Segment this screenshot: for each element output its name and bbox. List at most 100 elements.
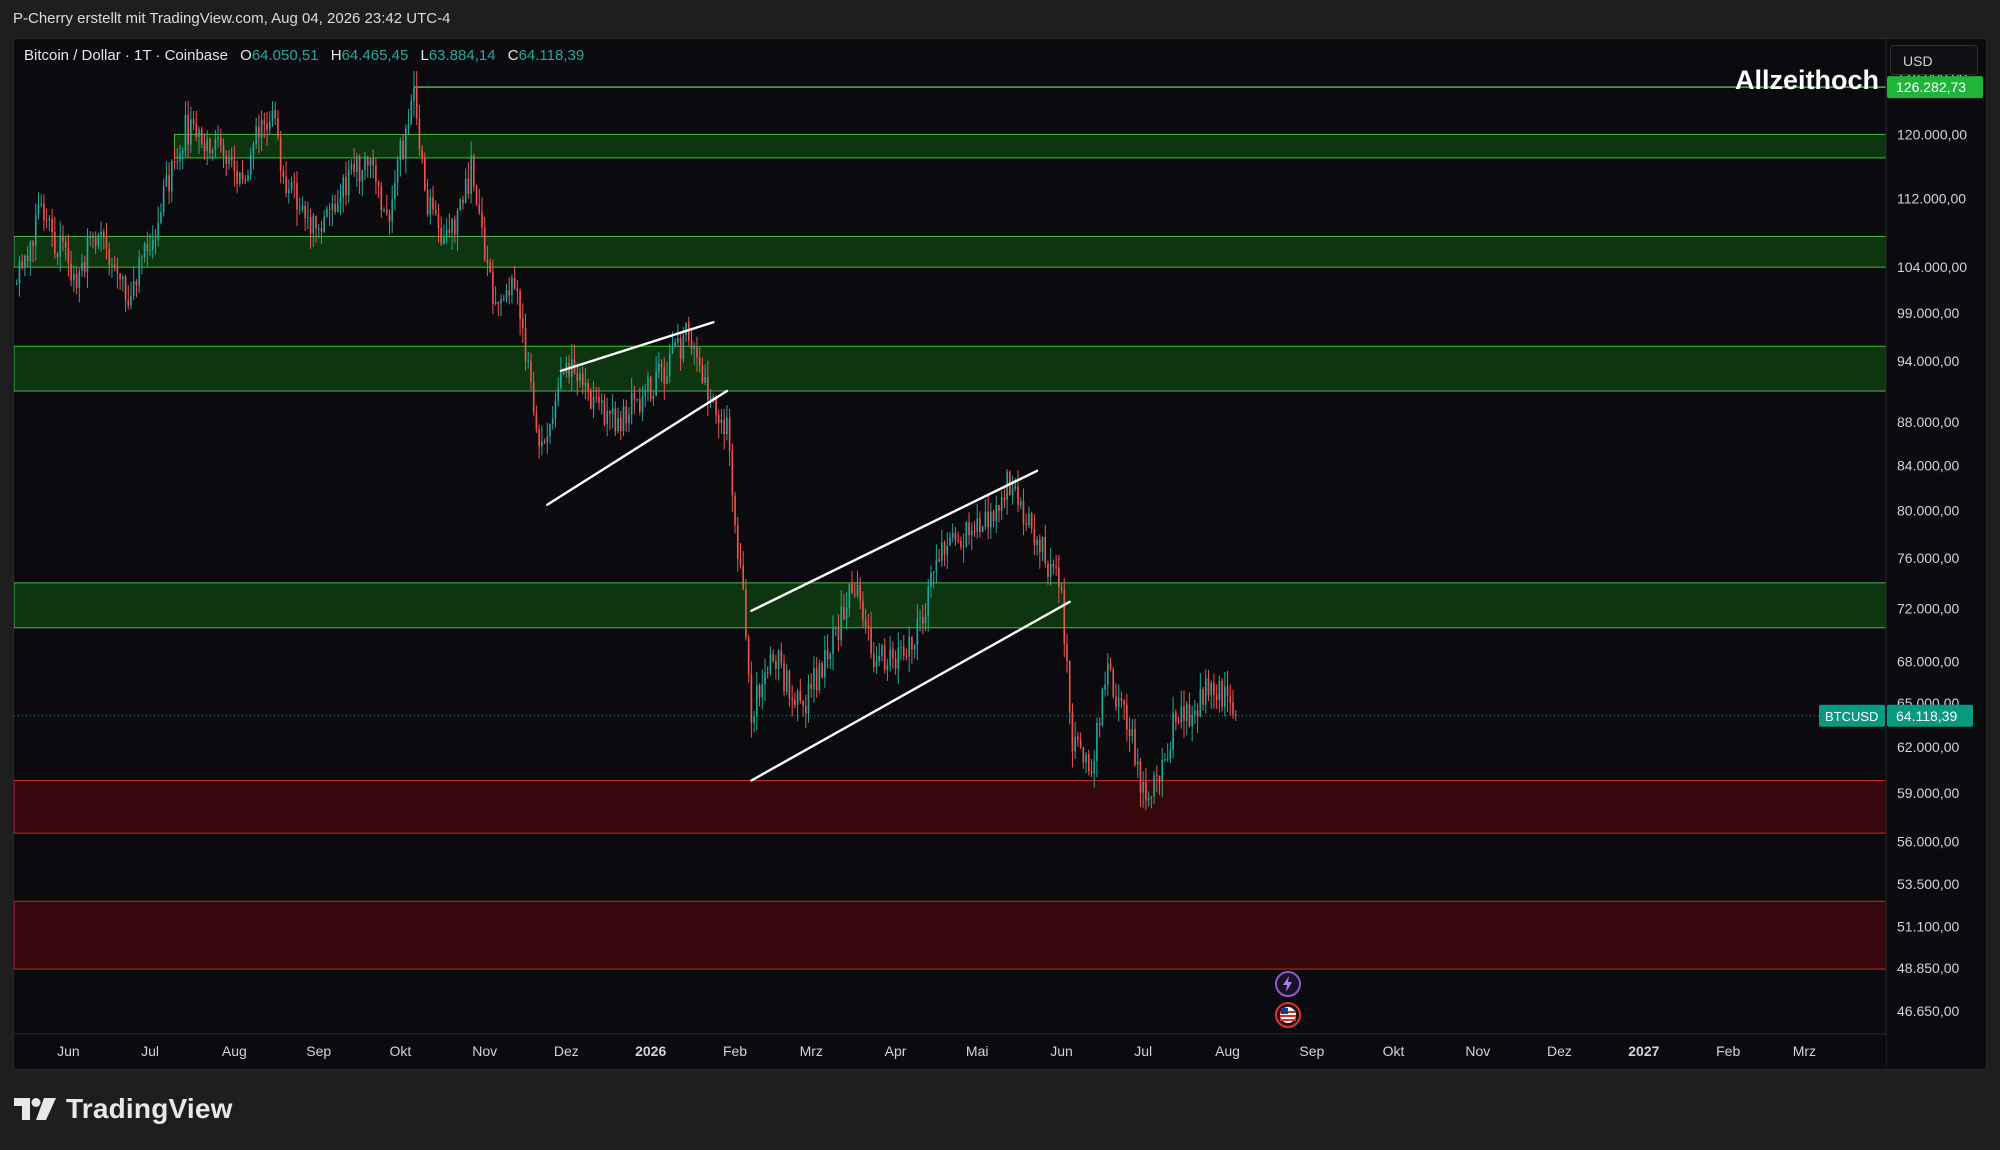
- candle-body[interactable]: [709, 396, 712, 400]
- candle-body[interactable]: [919, 617, 921, 619]
- candle-body[interactable]: [883, 645, 886, 670]
- candle-body[interactable]: [579, 373, 581, 381]
- candle-body[interactable]: [225, 155, 228, 164]
- candle-body[interactable]: [228, 157, 230, 164]
- candle-body[interactable]: [535, 412, 538, 430]
- candle-body[interactable]: [723, 419, 725, 435]
- candle-body[interactable]: [453, 219, 456, 235]
- candle-body[interactable]: [502, 298, 505, 300]
- candle-body[interactable]: [747, 637, 750, 675]
- candle-body[interactable]: [209, 139, 211, 154]
- candle-body[interactable]: [75, 273, 78, 289]
- candle-body[interactable]: [810, 683, 813, 690]
- candle-body[interactable]: [459, 199, 462, 211]
- candle-body[interactable]: [551, 418, 554, 424]
- candle-body[interactable]: [927, 586, 930, 616]
- candle-body[interactable]: [992, 511, 995, 522]
- candle-body[interactable]: [1166, 759, 1169, 761]
- candle-body[interactable]: [878, 656, 881, 661]
- candle-body[interactable]: [788, 670, 791, 699]
- candle-body[interactable]: [168, 175, 170, 192]
- candle-body[interactable]: [976, 518, 979, 532]
- candle-body[interactable]: [18, 261, 21, 284]
- candle-body[interactable]: [1098, 723, 1101, 725]
- candle-body[interactable]: [1117, 698, 1120, 707]
- candle-body[interactable]: [274, 110, 277, 119]
- candle-body[interactable]: [715, 398, 717, 416]
- candle-body[interactable]: [309, 217, 312, 234]
- candle-body[interactable]: [1218, 680, 1221, 701]
- candle-body[interactable]: [239, 172, 241, 184]
- candle-body[interactable]: [119, 273, 121, 280]
- candle-body[interactable]: [198, 129, 200, 138]
- candle-body[interactable]: [151, 239, 154, 251]
- candle-body[interactable]: [162, 186, 165, 213]
- candle-body[interactable]: [358, 156, 361, 182]
- flash-event-icon[interactable]: [1275, 971, 1301, 997]
- candle-body[interactable]: [780, 650, 783, 663]
- candle-body[interactable]: [219, 137, 222, 146]
- candle-body[interactable]: [1155, 775, 1158, 777]
- candle-body[interactable]: [141, 257, 143, 259]
- candle-body[interactable]: [489, 262, 491, 272]
- candle-body[interactable]: [742, 565, 745, 590]
- candle-body[interactable]: [619, 417, 622, 431]
- candle-body[interactable]: [837, 628, 840, 641]
- candle-body[interactable]: [772, 654, 774, 662]
- candle-body[interactable]: [127, 300, 130, 306]
- candle-body[interactable]: [266, 123, 268, 130]
- candle-body[interactable]: [404, 128, 407, 159]
- candle-body[interactable]: [1049, 564, 1052, 577]
- candle-body[interactable]: [965, 522, 968, 547]
- candle-body[interactable]: [938, 559, 940, 562]
- candle-body[interactable]: [587, 383, 589, 391]
- candle-body[interactable]: [364, 156, 366, 170]
- candle-body[interactable]: [989, 511, 992, 527]
- candle-body[interactable]: [97, 234, 100, 246]
- candle-body[interactable]: [856, 584, 859, 596]
- candle-body[interactable]: [1150, 796, 1153, 798]
- candle-body[interactable]: [1115, 696, 1117, 707]
- candle-body[interactable]: [753, 716, 755, 723]
- candle-body[interactable]: [693, 346, 696, 349]
- candle-body[interactable]: [954, 532, 957, 541]
- candle-body[interactable]: [930, 572, 932, 587]
- candle-body[interactable]: [328, 209, 331, 211]
- candle-body[interactable]: [15, 283, 18, 285]
- candle-body[interactable]: [592, 396, 595, 409]
- candle-body[interactable]: [554, 400, 557, 419]
- candle-body[interactable]: [481, 212, 483, 228]
- candle-body[interactable]: [1232, 702, 1234, 715]
- candle-body[interactable]: [794, 699, 796, 705]
- candle-body[interactable]: [916, 618, 919, 646]
- candle-body[interactable]: [690, 340, 693, 349]
- candle-body[interactable]: [660, 363, 663, 368]
- candle-body[interactable]: [840, 606, 842, 641]
- candle-body[interactable]: [40, 203, 43, 206]
- candle-body[interactable]: [1077, 736, 1079, 741]
- candle-body[interactable]: [549, 423, 551, 437]
- candle-body[interactable]: [1213, 682, 1215, 695]
- candle-body[interactable]: [89, 236, 92, 238]
- candle-body[interactable]: [848, 583, 851, 609]
- candle-body[interactable]: [889, 649, 891, 666]
- candle-body[interactable]: [546, 436, 549, 443]
- candle-body[interactable]: [154, 239, 157, 241]
- candle-body[interactable]: [200, 129, 203, 144]
- candle-body[interactable]: [935, 559, 938, 572]
- candle-body[interactable]: [720, 419, 723, 424]
- resistance-zone-0[interactable]: [14, 779, 1887, 834]
- candle-body[interactable]: [190, 119, 192, 145]
- candle-body[interactable]: [698, 357, 701, 366]
- candle-body[interactable]: [521, 318, 524, 328]
- candle-body[interactable]: [663, 367, 666, 384]
- candle-body[interactable]: [829, 653, 832, 660]
- candle-body[interactable]: [494, 301, 497, 304]
- candle-body[interactable]: [1226, 686, 1229, 696]
- candle-body[interactable]: [258, 126, 260, 138]
- candle-body[interactable]: [296, 183, 298, 210]
- candle-body[interactable]: [1215, 694, 1218, 701]
- candle-body[interactable]: [500, 299, 502, 304]
- candle-body[interactable]: [1014, 486, 1017, 489]
- candle-body[interactable]: [298, 209, 301, 211]
